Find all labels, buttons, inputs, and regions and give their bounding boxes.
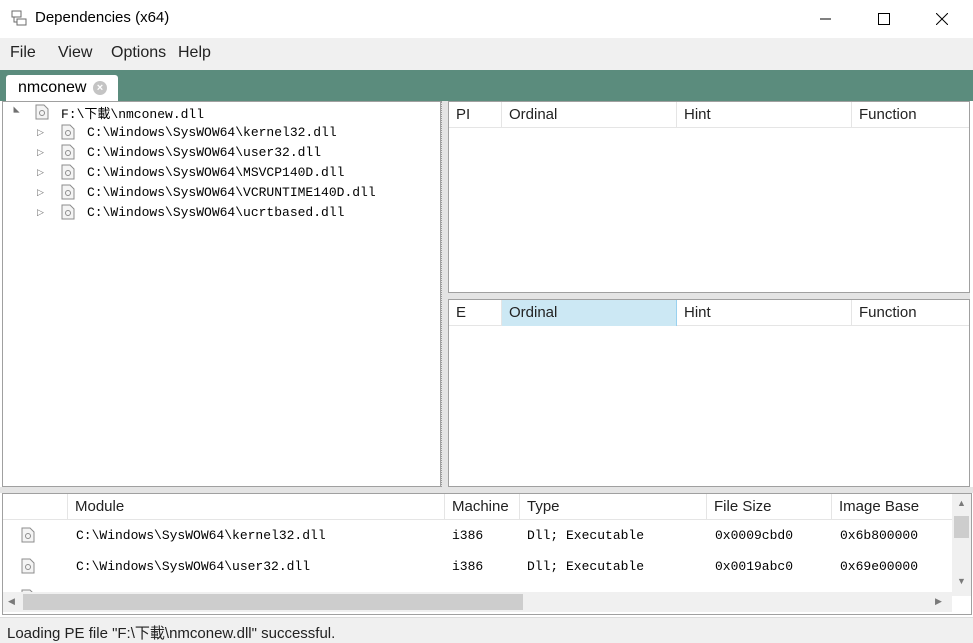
type-cell: Dll; Executable [527,528,645,543]
menu-file[interactable]: File [10,44,36,62]
dll-file-icon [61,124,75,140]
table-row[interactable]: C:\Windows\SysWOW64\user32.dll i386 Dll;… [3,551,953,582]
dll-file-icon [21,527,35,547]
type-cell: Dll; Executable [527,559,645,574]
file-size-cell: 0x0009cbd0 [715,528,794,543]
imports-header: PI Ordinal Hint Function [449,102,969,128]
status-text: Loading PE file "F:\下載\nmconew.dll" succ… [7,625,336,642]
horizontal-scrollbar[interactable]: ◀ ▶ [3,592,952,612]
expanded-icon[interactable]: ◢ [13,106,22,118]
dll-file-icon [61,164,75,180]
column-header-pi[interactable]: PI [449,102,502,128]
column-header-hint[interactable]: Hint [677,300,852,326]
collapsed-icon[interactable]: ▷ [37,127,49,138]
collapsed-icon[interactable]: ▷ [37,187,49,198]
exports-header: E Ordinal Hint Function [449,300,969,326]
dll-file-icon [61,184,75,200]
tree-node[interactable]: ▷ C:\Windows\SysWOW64\user32.dll [37,142,321,162]
dll-file-icon [21,558,35,578]
column-header-hint[interactable]: Hint [677,102,852,128]
module-cell: C:\Windows\SysWOW64\user32.dll [76,559,311,574]
image-base-cell: 0x6b800000 [840,528,919,543]
menu-help[interactable]: Help [178,44,211,62]
column-header-e[interactable]: E [449,300,502,326]
column-header-function[interactable]: Function [852,300,970,326]
tree-root-node[interactable]: ◢ F:\下載\nmconew.dll [11,102,204,122]
minimize-icon [820,18,831,20]
collapsed-icon[interactable]: ▷ [37,207,49,218]
maximize-icon [878,13,890,25]
scroll-up-icon[interactable]: ▲ [957,498,966,508]
vertical-scroll-thumb[interactable] [954,516,969,538]
minimize-button[interactable] [797,0,855,38]
tree-node-label: C:\Windows\SysWOW64\user32.dll [87,144,322,160]
scroll-down-icon[interactable]: ▼ [957,576,966,586]
title-bar: Dependencies (x64) [0,0,973,38]
column-header-machine[interactable]: Machine [445,494,520,520]
column-header-ordinal[interactable]: Ordinal [502,102,677,128]
status-bar: Loading PE file "F:\下載\nmconew.dll" succ… [0,617,973,643]
tree-node-label: C:\Windows\SysWOW64\MSVCP140D.dll [87,164,345,180]
tree-node-label: C:\Windows\SysWOW64\ucrtbased.dll [87,204,345,220]
file-size-cell: 0x0019abc0 [715,559,794,574]
tab-close-icon[interactable]: × [93,81,107,95]
scroll-right-icon[interactable]: ▶ [935,596,942,607]
scroll-left-icon[interactable]: ◀ [8,596,15,607]
column-header-module[interactable]: Module [68,494,445,520]
imports-grid[interactable]: PI Ordinal Hint Function [448,101,970,293]
menu-bar: File View Options Help [0,38,973,70]
tree-node[interactable]: ▷ C:\Windows\SysWOW64\VCRUNTIME140D.dll [37,182,376,202]
horizontal-scroll-thumb[interactable] [23,594,523,610]
column-header-image-base[interactable]: Image Base [832,494,952,520]
window-title: Dependencies (x64) [35,9,170,26]
tree-node-label: F:\下載\nmconew.dll [61,106,205,122]
collapsed-icon[interactable]: ▷ [37,147,49,158]
modules-grid[interactable]: Module Machine Type File Size Image Base… [2,493,972,615]
table-row[interactable]: C:\Windows\SysWOW64\kernel32.dll i386 Dl… [3,520,953,551]
tree-node-label: C:\Windows\SysWOW64\kernel32.dll [87,124,337,140]
menu-view[interactable]: View [58,44,92,62]
column-header-function[interactable]: Function [852,102,970,128]
machine-cell: i386 [452,559,484,574]
tree-node-label: C:\Windows\SysWOW64\VCRUNTIME140D.dll [87,184,376,200]
module-cell: C:\Windows\SysWOW64\kernel32.dll [76,528,326,543]
tree-node[interactable]: ▷ C:\Windows\SysWOW64\ucrtbased.dll [37,202,344,222]
column-header-file-size[interactable]: File Size [707,494,832,520]
tab-nmconew[interactable]: nmconew × [6,75,118,102]
dependency-tree[interactable]: ◢ F:\下載\nmconew.dll ▷ C:\Windows\SysWOW6… [2,101,441,487]
menu-options[interactable]: Options [111,44,166,62]
tree-node[interactable]: ▷ C:\Windows\SysWOW64\kernel32.dll [37,122,337,142]
document-tab-strip: nmconew × [0,70,973,102]
tree-node[interactable]: ▷ C:\Windows\SysWOW64\MSVCP140D.dll [37,162,344,182]
exports-grid[interactable]: E Ordinal Hint Function [448,299,970,487]
machine-cell: i386 [452,528,484,543]
vertical-scrollbar[interactable]: ▲ ▼ [952,494,971,596]
tab-label: nmconew [18,79,87,96]
dll-file-icon [61,204,75,220]
vertical-splitter[interactable] [441,101,448,487]
column-header-icon[interactable] [3,494,68,520]
dll-file-icon [35,104,49,120]
app-icon [11,10,27,26]
close-icon [936,13,948,25]
column-header-ordinal-selected[interactable]: Ordinal [502,300,677,326]
dll-file-icon [61,144,75,160]
maximize-button[interactable] [855,0,913,38]
close-button[interactable] [913,0,971,38]
modules-header: Module Machine Type File Size Image Base [3,494,952,520]
image-base-cell: 0x69e00000 [840,559,919,574]
column-header-type[interactable]: Type [520,494,707,520]
collapsed-icon[interactable]: ▷ [37,167,49,178]
